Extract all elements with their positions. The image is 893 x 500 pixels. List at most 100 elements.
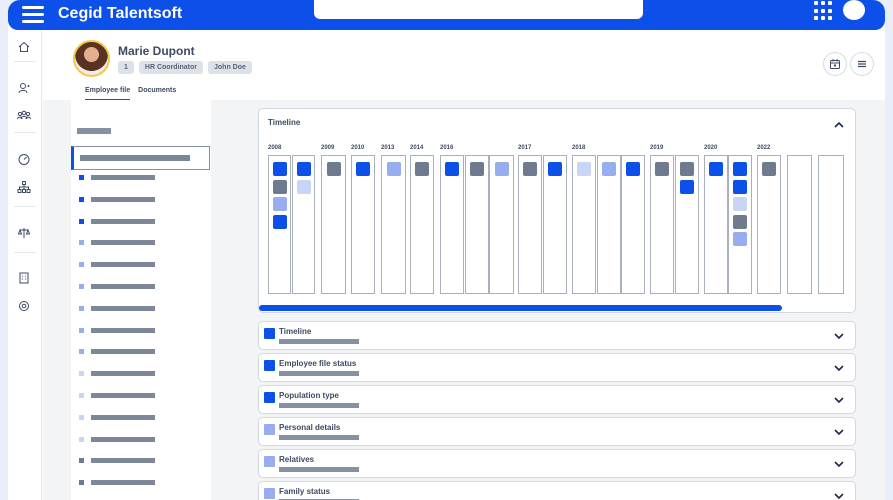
accordion-section[interactable]: Timeline bbox=[258, 321, 856, 350]
tree-item[interactable] bbox=[79, 414, 199, 422]
tree-item[interactable] bbox=[79, 457, 199, 465]
tree-item[interactable] bbox=[79, 392, 199, 400]
accordion-section[interactable]: Employee file status bbox=[258, 353, 856, 382]
timeline-block[interactable] bbox=[273, 214, 287, 229]
chevron-down-icon[interactable] bbox=[833, 394, 845, 406]
timeline-block[interactable] bbox=[297, 179, 311, 194]
search-input[interactable] bbox=[314, 0, 643, 19]
timeline-block[interactable] bbox=[762, 162, 776, 176]
home-icon[interactable] bbox=[16, 39, 32, 55]
timeline-block[interactable] bbox=[577, 162, 591, 176]
dashboard-icon[interactable] bbox=[16, 151, 32, 167]
chevron-down-icon[interactable] bbox=[833, 330, 845, 342]
tree-item-bar bbox=[91, 196, 155, 202]
org-chart-icon[interactable] bbox=[16, 179, 32, 195]
timeline-block[interactable] bbox=[387, 162, 401, 176]
tree-item[interactable] bbox=[79, 370, 199, 378]
timeline-block[interactable] bbox=[733, 214, 747, 229]
tree-item-dot bbox=[79, 436, 84, 442]
section-color-marker bbox=[264, 328, 275, 339]
timeline-column bbox=[268, 155, 291, 294]
tree-item[interactable] bbox=[79, 239, 199, 247]
timeline-column bbox=[818, 155, 844, 294]
timeline-block[interactable] bbox=[273, 162, 287, 176]
timeline-block[interactable] bbox=[415, 162, 429, 176]
scales-icon[interactable] bbox=[16, 225, 32, 241]
timeline-column bbox=[757, 155, 781, 294]
employee-name: Marie Dupont bbox=[118, 44, 195, 58]
team-icon[interactable] bbox=[16, 107, 32, 123]
timeline-block[interactable] bbox=[273, 197, 287, 211]
timeline-block[interactable] bbox=[356, 162, 370, 176]
section-label: Family status bbox=[279, 487, 331, 496]
timeline-block[interactable] bbox=[680, 162, 694, 176]
timeline-year: 2022 bbox=[757, 145, 771, 151]
timeline-block[interactable] bbox=[548, 162, 562, 176]
timeline-block[interactable] bbox=[733, 197, 747, 211]
timeline-block[interactable] bbox=[523, 162, 537, 176]
timeline-column bbox=[704, 155, 728, 294]
settings-icon[interactable] bbox=[16, 298, 32, 314]
profile-header: Marie Dupont 1 HR Coordinator John Doe E… bbox=[43, 30, 885, 101]
list-button[interactable] bbox=[850, 52, 874, 76]
timeline-block[interactable] bbox=[470, 162, 484, 176]
calendar-button[interactable] bbox=[823, 52, 847, 76]
timeline-block[interactable] bbox=[626, 162, 640, 176]
timeline-column bbox=[675, 155, 699, 294]
chip-role: HR Coordinator bbox=[138, 61, 204, 74]
tree-item[interactable] bbox=[79, 479, 199, 487]
chevron-down-icon[interactable] bbox=[833, 490, 845, 500]
timeline-block[interactable] bbox=[327, 162, 341, 176]
timeline-block[interactable] bbox=[445, 162, 459, 176]
left-nav bbox=[8, 30, 42, 500]
timeline-column bbox=[489, 155, 514, 294]
timeline-block[interactable] bbox=[602, 162, 616, 176]
timeline-block[interactable] bbox=[273, 179, 287, 194]
timeline-year: 2019 bbox=[650, 145, 664, 151]
timeline-block[interactable] bbox=[709, 162, 723, 176]
tree-item-dot bbox=[79, 284, 84, 289]
profile-chips: 1 HR Coordinator John Doe bbox=[118, 61, 252, 74]
tree-item-dot bbox=[79, 327, 84, 333]
tree-item[interactable] bbox=[79, 327, 199, 335]
timeline-block[interactable] bbox=[733, 232, 747, 246]
hamburger-icon[interactable] bbox=[22, 4, 44, 24]
tree-item[interactable] bbox=[79, 436, 199, 444]
tree-item-bar bbox=[91, 371, 155, 377]
tree-item[interactable] bbox=[79, 261, 199, 269]
accordion-section[interactable]: Population type bbox=[258, 385, 856, 414]
tree-item[interactable] bbox=[79, 174, 199, 182]
timeline-block[interactable] bbox=[655, 162, 669, 176]
user-avatar[interactable] bbox=[843, 0, 865, 20]
chevron-down-icon[interactable] bbox=[833, 426, 845, 438]
app-grid-icon[interactable] bbox=[814, 1, 834, 21]
tree-item[interactable] bbox=[79, 283, 199, 291]
timeline-year: 2010 bbox=[351, 145, 365, 151]
timeline-block[interactable] bbox=[495, 162, 509, 176]
accordion-section[interactable]: Relatives bbox=[258, 449, 856, 478]
tab-employee-file[interactable]: Employee file bbox=[85, 87, 131, 101]
tree-selected-item[interactable] bbox=[71, 146, 210, 170]
timeline-block[interactable] bbox=[680, 179, 694, 194]
timeline-column bbox=[351, 155, 375, 294]
building-icon[interactable] bbox=[16, 270, 32, 286]
tab-documents[interactable]: Documents bbox=[138, 87, 176, 101]
chevron-down-icon[interactable] bbox=[833, 362, 845, 374]
tree-item[interactable] bbox=[79, 305, 199, 313]
chevron-down-icon[interactable] bbox=[833, 458, 845, 470]
timeline-block[interactable] bbox=[733, 162, 747, 176]
accordion-section[interactable]: Personal details bbox=[258, 417, 856, 446]
tree-item[interactable] bbox=[79, 218, 199, 226]
tree-item[interactable] bbox=[79, 196, 199, 204]
timeline-block[interactable] bbox=[733, 179, 747, 194]
timeline-block[interactable] bbox=[297, 162, 311, 176]
profile-tabs: Employee file Documents bbox=[85, 87, 176, 101]
chevron-up-icon[interactable] bbox=[833, 119, 845, 131]
section-color-marker bbox=[264, 392, 275, 403]
user-settings-icon[interactable] bbox=[16, 80, 32, 96]
calendar-icon bbox=[830, 59, 840, 69]
section-summary-bar bbox=[279, 371, 359, 376]
accordion-section[interactable]: Family status bbox=[258, 481, 856, 500]
section-label: Personal details bbox=[279, 423, 341, 432]
tree-item[interactable] bbox=[79, 348, 199, 356]
